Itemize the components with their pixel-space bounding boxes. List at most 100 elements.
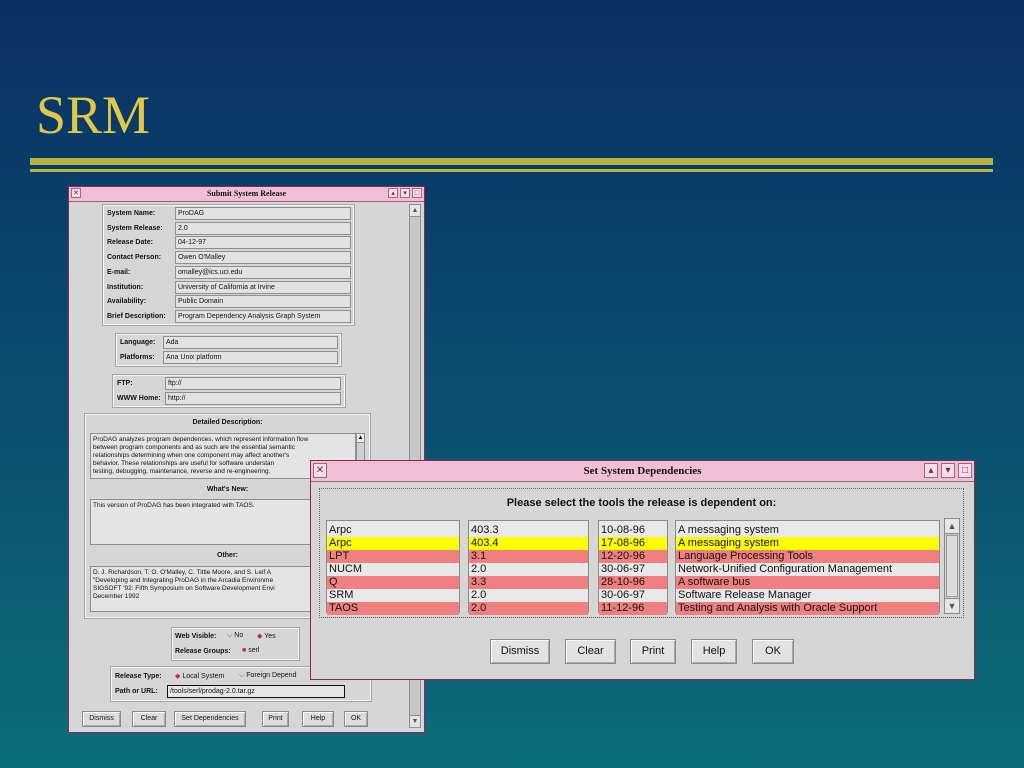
list-item-version[interactable]: 3.1	[469, 550, 588, 563]
list-item-date[interactable]: 28-10-96	[599, 576, 667, 589]
list-item-name[interactable]: Arpc	[327, 537, 459, 550]
language-label: Language:	[120, 339, 156, 346]
deps-clear-button[interactable]: Clear	[565, 639, 616, 664]
release-group-serl-option[interactable]: ■ serl	[242, 647, 259, 654]
www-home-label: WWW Home:	[117, 394, 161, 402]
list-item-desc[interactable]: Testing and Analysis with Oracle Support	[676, 602, 939, 615]
list-item-date[interactable]: 12-20-96	[599, 550, 667, 563]
list-item-desc[interactable]: Network-Unified Configuration Management	[676, 563, 939, 576]
web-visible-yes-label: Yes	[264, 633, 276, 640]
dependency-prompt: Please select the tools the release is d…	[506, 497, 777, 509]
ftp-input[interactable]: ftp://	[165, 377, 341, 390]
list-item-name[interactable]: Q	[327, 576, 459, 589]
e-mail-input[interactable]: omalley@ics.uci.edu	[175, 265, 351, 279]
path-input[interactable]: /tools/serl/prodag-2.0.tar.gz	[167, 685, 345, 698]
list-item-desc[interactable]: Language Processing Tools	[676, 550, 939, 563]
institution-label: Institution:	[107, 283, 144, 291]
dismiss-button[interactable]: Dismiss	[82, 711, 121, 727]
release-type-foreign-option[interactable]: ⌵ Foreign Depend	[239, 672, 296, 680]
dependency-list-scrollbar[interactable]: ▲ ▼	[944, 518, 960, 614]
maximize-icon[interactable]: □	[958, 463, 972, 478]
deps-help-button[interactable]: Help	[691, 639, 737, 664]
scroll-up-icon[interactable]: ▲	[410, 205, 420, 217]
help-button[interactable]: Help	[302, 711, 334, 727]
tool-name-list[interactable]: Arpc Arpc LPT NUCM Q SRM TAOS	[326, 520, 460, 615]
scroll-up-icon[interactable]: ▲	[945, 519, 959, 534]
maximize-icon[interactable]: □	[412, 188, 422, 198]
list-item-version[interactable]: 403.4	[469, 537, 588, 550]
minimize-icon[interactable]: ▾	[400, 188, 410, 198]
list-item-desc[interactable]: A messaging system	[676, 524, 939, 537]
detailed-line: relationships determining when one compo…	[93, 452, 290, 459]
language-input[interactable]: Ada	[163, 336, 338, 349]
set-dependencies-button[interactable]: Set Dependencies	[174, 711, 246, 727]
system-release-label: System Release:	[107, 224, 163, 232]
scroll-up-icon[interactable]: ▲	[357, 434, 364, 443]
tool-date-list[interactable]: 10-08-96 17-08-96 12-20-96 30-06-97 28-10-96…	[598, 520, 668, 615]
tool-description-list[interactable]: A messaging system A messaging system Lang…	[675, 520, 940, 615]
release-type-foreign-label: Foreign Depend	[246, 672, 297, 679]
list-item-name[interactable]: TAOS	[327, 602, 459, 615]
deps-window-titlebar[interactable]: ✕ Set System Dependencies ▴ ▾ □	[311, 461, 974, 482]
window-shade-icon[interactable]: ▴	[388, 188, 398, 198]
release-date-input[interactable]: 04-12-97	[175, 236, 351, 250]
tool-version-list[interactable]: 403.3 403.4 3.1 2.0 3.3 2.0 2.0	[468, 520, 589, 615]
system-release-input[interactable]: 2.0	[175, 221, 351, 235]
slide-title: SRM	[36, 85, 151, 145]
list-item-version[interactable]: 2.0	[469, 589, 588, 602]
window-menu-icon[interactable]: ✕	[313, 463, 327, 478]
system-name-input[interactable]: ProDAG	[175, 207, 351, 220]
list-item-desc[interactable]: A software bus	[676, 576, 939, 589]
list-item-desc[interactable]: A messaging system	[676, 537, 939, 550]
release-type-label: Release Type:	[115, 673, 162, 680]
list-item-name[interactable]: NUCM	[327, 563, 459, 576]
e-mail-label: E-mail:	[107, 268, 131, 276]
detailed-line: between program components and as such a…	[93, 444, 295, 451]
network-group: FTP: ftp:// WWW Home: http://	[112, 374, 346, 408]
visibility-group: Web Visible: ⌵ No ◆ Yes Release Groups: …	[171, 627, 300, 661]
contact-person-input[interactable]: Owen O'Malley	[175, 251, 351, 265]
availability-input[interactable]: Public Domain	[175, 295, 351, 309]
web-visible-yes-option[interactable]: ◆ Yes	[257, 632, 276, 640]
submit-window-titlebar[interactable]: ✕ Submit System Release ▴ ▾ □	[69, 187, 424, 202]
language-group: Language: Ada Platforms: Ana Unix platform	[115, 333, 342, 367]
scroll-down-icon[interactable]: ▼	[410, 715, 420, 727]
scroll-thumb[interactable]	[946, 535, 958, 597]
institution-input[interactable]: University of California at Irvine	[175, 280, 351, 294]
clear-button[interactable]: Clear	[132, 711, 166, 727]
brief-description-input[interactable]: Program Dependency Analysis Graph System	[175, 309, 351, 323]
detailed-line: ProDAG analyzes program dependences, whi…	[93, 436, 309, 443]
minimize-icon[interactable]: ▾	[941, 463, 955, 478]
web-visible-no-option[interactable]: ⌵ No	[227, 632, 243, 640]
list-item-version[interactable]: 3.3	[469, 576, 588, 589]
platforms-input[interactable]: Ana Unix platform	[163, 350, 338, 364]
submit-window-title: Submit System Release	[206, 189, 287, 198]
www-home-input[interactable]: http://	[165, 391, 341, 405]
list-item-date[interactable]: 30-06-97	[599, 563, 667, 576]
list-item-date[interactable]: 17-08-96	[599, 537, 667, 550]
print-button[interactable]: Print	[262, 711, 289, 727]
deps-dismiss-button[interactable]: Dismiss	[490, 639, 550, 664]
deps-print-button[interactable]: Print	[630, 639, 676, 664]
scroll-down-icon[interactable]: ▼	[945, 598, 959, 613]
window-menu-icon[interactable]: ✕	[71, 188, 81, 198]
deps-window-title: Set System Dependencies	[583, 465, 702, 477]
window-shade-icon[interactable]: ▴	[924, 463, 938, 478]
list-item-name[interactable]: LPT	[327, 550, 459, 563]
availability-label: Availability:	[107, 298, 147, 306]
release-type-local-option[interactable]: ◆ Local System	[175, 672, 224, 680]
list-item-name[interactable]: Arpc	[327, 524, 459, 537]
deps-ok-button[interactable]: OK	[752, 639, 794, 664]
list-item-name[interactable]: SRM	[327, 589, 459, 602]
platforms-label: Platforms:	[120, 353, 155, 361]
list-item-version[interactable]: 403.3	[469, 524, 588, 537]
list-item-date[interactable]: 10-08-96	[599, 524, 667, 537]
ok-button[interactable]: OK	[344, 711, 368, 727]
radio-off-icon: ⌵	[239, 672, 245, 679]
list-item-date[interactable]: 30-06-97	[599, 589, 667, 602]
list-item-date[interactable]: 11-12-96	[599, 602, 667, 615]
list-item-desc[interactable]: Software Release Manager	[676, 589, 939, 602]
list-item-version[interactable]: 2.0	[469, 563, 588, 576]
list-item-version[interactable]: 2.0	[469, 602, 588, 615]
radio-on-icon: ◆	[257, 633, 263, 640]
